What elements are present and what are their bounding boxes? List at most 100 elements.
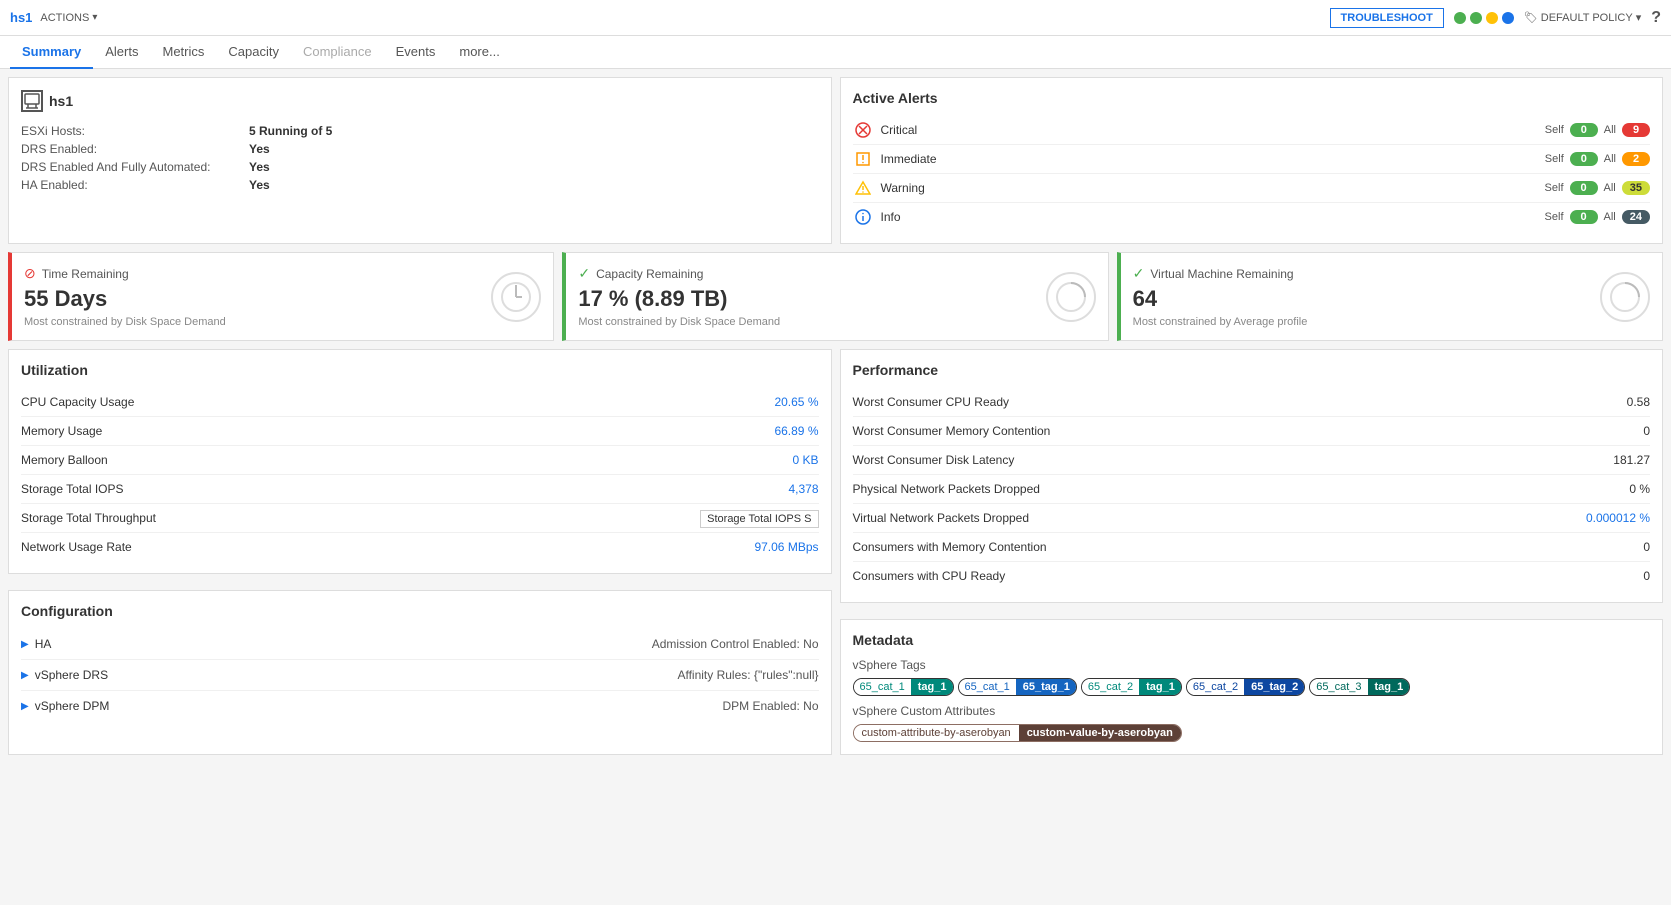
config-label-ha: HA	[35, 637, 652, 651]
prop-label-ha: HA Enabled:	[21, 178, 241, 192]
tab-metrics[interactable]: Metrics	[150, 36, 216, 69]
util-value-throughput: Storage Total IOPS S	[700, 511, 818, 525]
cap-sub-vm: Most constrained by Average profile	[1133, 316, 1650, 328]
time-status-icon: ⊘	[24, 265, 36, 282]
status-icons	[1454, 12, 1514, 24]
perf-label-virt-drop: Virtual Network Packets Dropped	[853, 511, 1571, 525]
util-row-mem: Memory Usage 66.89 %	[21, 417, 819, 446]
status-dot-yellow	[1486, 12, 1498, 24]
tag-cat-4: 65_cat_2	[1187, 679, 1245, 695]
cap-icon-capacity	[1046, 272, 1096, 322]
perf-value-phys-drop: 0 %	[1570, 482, 1650, 496]
perf-title: Performance	[853, 362, 1651, 378]
all-label-info: All	[1604, 211, 1616, 223]
throughput-tooltip: Storage Total IOPS S	[700, 510, 818, 528]
cluster-panel: hs1 ESXi Hosts: 5 Running of 5 DRS Enabl…	[8, 77, 832, 244]
config-row-dpm[interactable]: ▶ vSphere DPM DPM Enabled: No	[21, 691, 819, 721]
alert-row-warning: Warning Self 0 All 35	[853, 174, 1651, 203]
custom-attr-val-1: custom-value-by-aserobyan	[1019, 725, 1181, 741]
top-row: hs1 ESXi Hosts: 5 Running of 5 DRS Enabl…	[8, 77, 1663, 244]
cap-value-capacity: 17 % (8.89 TB)	[578, 286, 1095, 312]
policy-icon: 🏷	[1524, 11, 1538, 24]
util-value-mem: 66.89 %	[719, 424, 819, 438]
dpm-chevron: ▶	[21, 701, 29, 712]
tab-capacity[interactable]: Capacity	[216, 36, 291, 69]
util-label-cpu: CPU Capacity Usage	[21, 395, 719, 409]
util-label-throughput: Storage Total Throughput	[21, 511, 700, 525]
alert-name-warning: Warning	[881, 181, 1545, 195]
vm-status-icon: ✓	[1133, 265, 1145, 282]
self-val-immediate: 0	[1570, 152, 1598, 166]
util-value-iops: 4,378	[719, 482, 819, 496]
prop-value-drs-auto: Yes	[249, 160, 270, 174]
tag-val-4: 65_tag_2	[1245, 679, 1304, 695]
utilization-panel: Utilization CPU Capacity Usage 20.65 % M…	[8, 349, 832, 574]
cluster-title: hs1	[21, 90, 819, 112]
self-val-warning: 0	[1570, 181, 1598, 195]
configuration-panel: Configuration ▶ HA Admission Control Ena…	[8, 590, 832, 755]
tag-val-1: tag_1	[912, 679, 953, 695]
all-label-warning: All	[1604, 182, 1616, 194]
util-row-throughput: Storage Total Throughput Storage Total I…	[21, 504, 819, 533]
perf-value-mem-consumers: 0	[1570, 540, 1650, 554]
util-row-network: Network Usage Rate 97.06 MBps	[21, 533, 819, 561]
config-row-drs[interactable]: ▶ vSphere DRS Affinity Rules: {"rules":n…	[21, 660, 819, 691]
tag-5: 65_cat_3 tag_1	[1309, 678, 1410, 696]
metadata-panel: Metadata vSphere Tags 65_cat_1 tag_1 65_…	[840, 619, 1664, 755]
all-label-immediate: All	[1604, 153, 1616, 165]
alert-row-critical: Critical Self 0 All 9	[853, 116, 1651, 145]
tag-val-5: tag_1	[1369, 679, 1410, 695]
prop-drs-enabled: DRS Enabled: Yes	[21, 142, 819, 156]
perf-value-cpu-consumers: 0	[1570, 569, 1650, 583]
actions-button[interactable]: ACTIONS	[40, 12, 97, 24]
drs-chevron: ▶	[21, 670, 29, 681]
tab-summary[interactable]: Summary	[10, 36, 93, 69]
help-button[interactable]: ?	[1651, 9, 1661, 27]
util-label-mem: Memory Usage	[21, 424, 719, 438]
prop-drs-auto: DRS Enabled And Fully Automated: Yes	[21, 160, 819, 174]
nav-tabs: Summary Alerts Metrics Capacity Complian…	[0, 36, 1671, 69]
alert-row-immediate: Immediate Self 0 All 2	[853, 145, 1651, 174]
tab-more[interactable]: more...	[447, 36, 511, 69]
tag-cat-3: 65_cat_2	[1082, 679, 1140, 695]
tag-4: 65_cat_2 65_tag_2	[1186, 678, 1305, 696]
self-val-critical: 0	[1570, 123, 1598, 137]
all-label-critical: All	[1604, 124, 1616, 136]
config-row-ha[interactable]: ▶ HA Admission Control Enabled: No	[21, 629, 819, 660]
all-val-immediate: 2	[1622, 152, 1650, 166]
perf-row-disk-latency: Worst Consumer Disk Latency 181.27	[853, 446, 1651, 475]
alert-icon-info	[853, 209, 873, 225]
meta-title: Metadata	[853, 632, 1651, 648]
cluster-icon	[21, 90, 43, 112]
self-label-warning: Self	[1545, 182, 1564, 194]
capacity-row: ⊘ Time Remaining 55 Days Most constraine…	[8, 252, 1663, 341]
perf-label-phys-drop: Physical Network Packets Dropped	[853, 482, 1571, 496]
left-col: Utilization CPU Capacity Usage 20.65 % M…	[8, 349, 832, 755]
bottom-section: Utilization CPU Capacity Usage 20.65 % M…	[8, 349, 1663, 755]
policy-button[interactable]: 🏷 DEFAULT POLICY ▾	[1524, 11, 1641, 24]
util-label-balloon: Memory Balloon	[21, 453, 719, 467]
alert-icon-immediate	[853, 151, 873, 167]
alert-name-critical: Critical	[881, 123, 1545, 137]
custom-attr-1: custom-attribute-by-aserobyan custom-val…	[853, 724, 1182, 742]
cap-sub-capacity: Most constrained by Disk Space Demand	[578, 316, 1095, 328]
cap-title-vm: Virtual Machine Remaining	[1150, 267, 1293, 281]
util-label-network: Network Usage Rate	[21, 540, 719, 554]
tag-cat-5: 65_cat_3	[1310, 679, 1368, 695]
policy-label: DEFAULT POLICY	[1541, 12, 1633, 24]
tag-cat-1: 65_cat_1	[854, 679, 912, 695]
status-dot-blue	[1502, 12, 1514, 24]
tab-events[interactable]: Events	[384, 36, 448, 69]
tag-cat-2: 65_cat_1	[959, 679, 1017, 695]
troubleshoot-button[interactable]: TROUBLESHOOT	[1330, 8, 1444, 28]
status-dot-green-2	[1470, 12, 1482, 24]
prop-label-drs-auto: DRS Enabled And Fully Automated:	[21, 160, 241, 174]
prop-value-ha: Yes	[249, 178, 270, 192]
tag-2: 65_cat_1 65_tag_1	[958, 678, 1077, 696]
right-col: Performance Worst Consumer CPU Ready 0.5…	[840, 349, 1664, 755]
perf-row-phys-drop: Physical Network Packets Dropped 0 %	[853, 475, 1651, 504]
perf-value-virt-drop: 0.000012 %	[1570, 511, 1650, 525]
tag-3: 65_cat_2 tag_1	[1081, 678, 1182, 696]
tab-alerts[interactable]: Alerts	[93, 36, 150, 69]
perf-row-mem-consumers: Consumers with Memory Contention 0	[853, 533, 1651, 562]
